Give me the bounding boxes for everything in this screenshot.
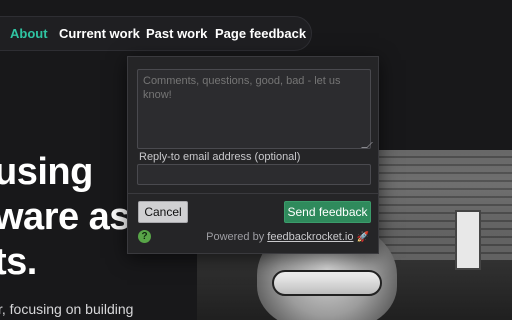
- reply-to-email-field[interactable]: [137, 164, 371, 185]
- feedbackrocket-link[interactable]: feedbackrocket.io: [267, 231, 353, 243]
- photo-brick-wall: [377, 150, 512, 260]
- feedback-comment-textarea[interactable]: [137, 69, 371, 149]
- hero-heading-line-2: ware as: [0, 196, 130, 238]
- feedback-popup: Reply-to email address (optional) Cancel…: [127, 56, 379, 254]
- powered-by-text: Powered by feedbackrocket.io 🚀: [206, 231, 369, 243]
- send-feedback-button[interactable]: Send feedback: [284, 201, 371, 223]
- nav-current-work-link[interactable]: Current work: [59, 26, 140, 42]
- nav-past-work-link[interactable]: Past work: [146, 26, 207, 42]
- cancel-button[interactable]: Cancel: [138, 201, 188, 223]
- powered-by-prefix: Powered by: [206, 231, 268, 243]
- popup-divider: [128, 193, 378, 194]
- email-field-label: Reply-to email address (optional): [139, 151, 301, 163]
- photo-window: [455, 210, 481, 270]
- photo-sunglasses: [272, 270, 382, 296]
- help-icon[interactable]: ?: [138, 230, 151, 243]
- hero-heading-line-1: using: [0, 151, 93, 193]
- nav-about-link[interactable]: About: [10, 26, 48, 42]
- hero-heading-line-3: ts.: [0, 241, 37, 283]
- rocket-icon: 🚀: [356, 232, 369, 243]
- nav-page-feedback-link[interactable]: Page feedback: [215, 26, 306, 42]
- hero-subtitle: r, focusing on building: [0, 301, 134, 317]
